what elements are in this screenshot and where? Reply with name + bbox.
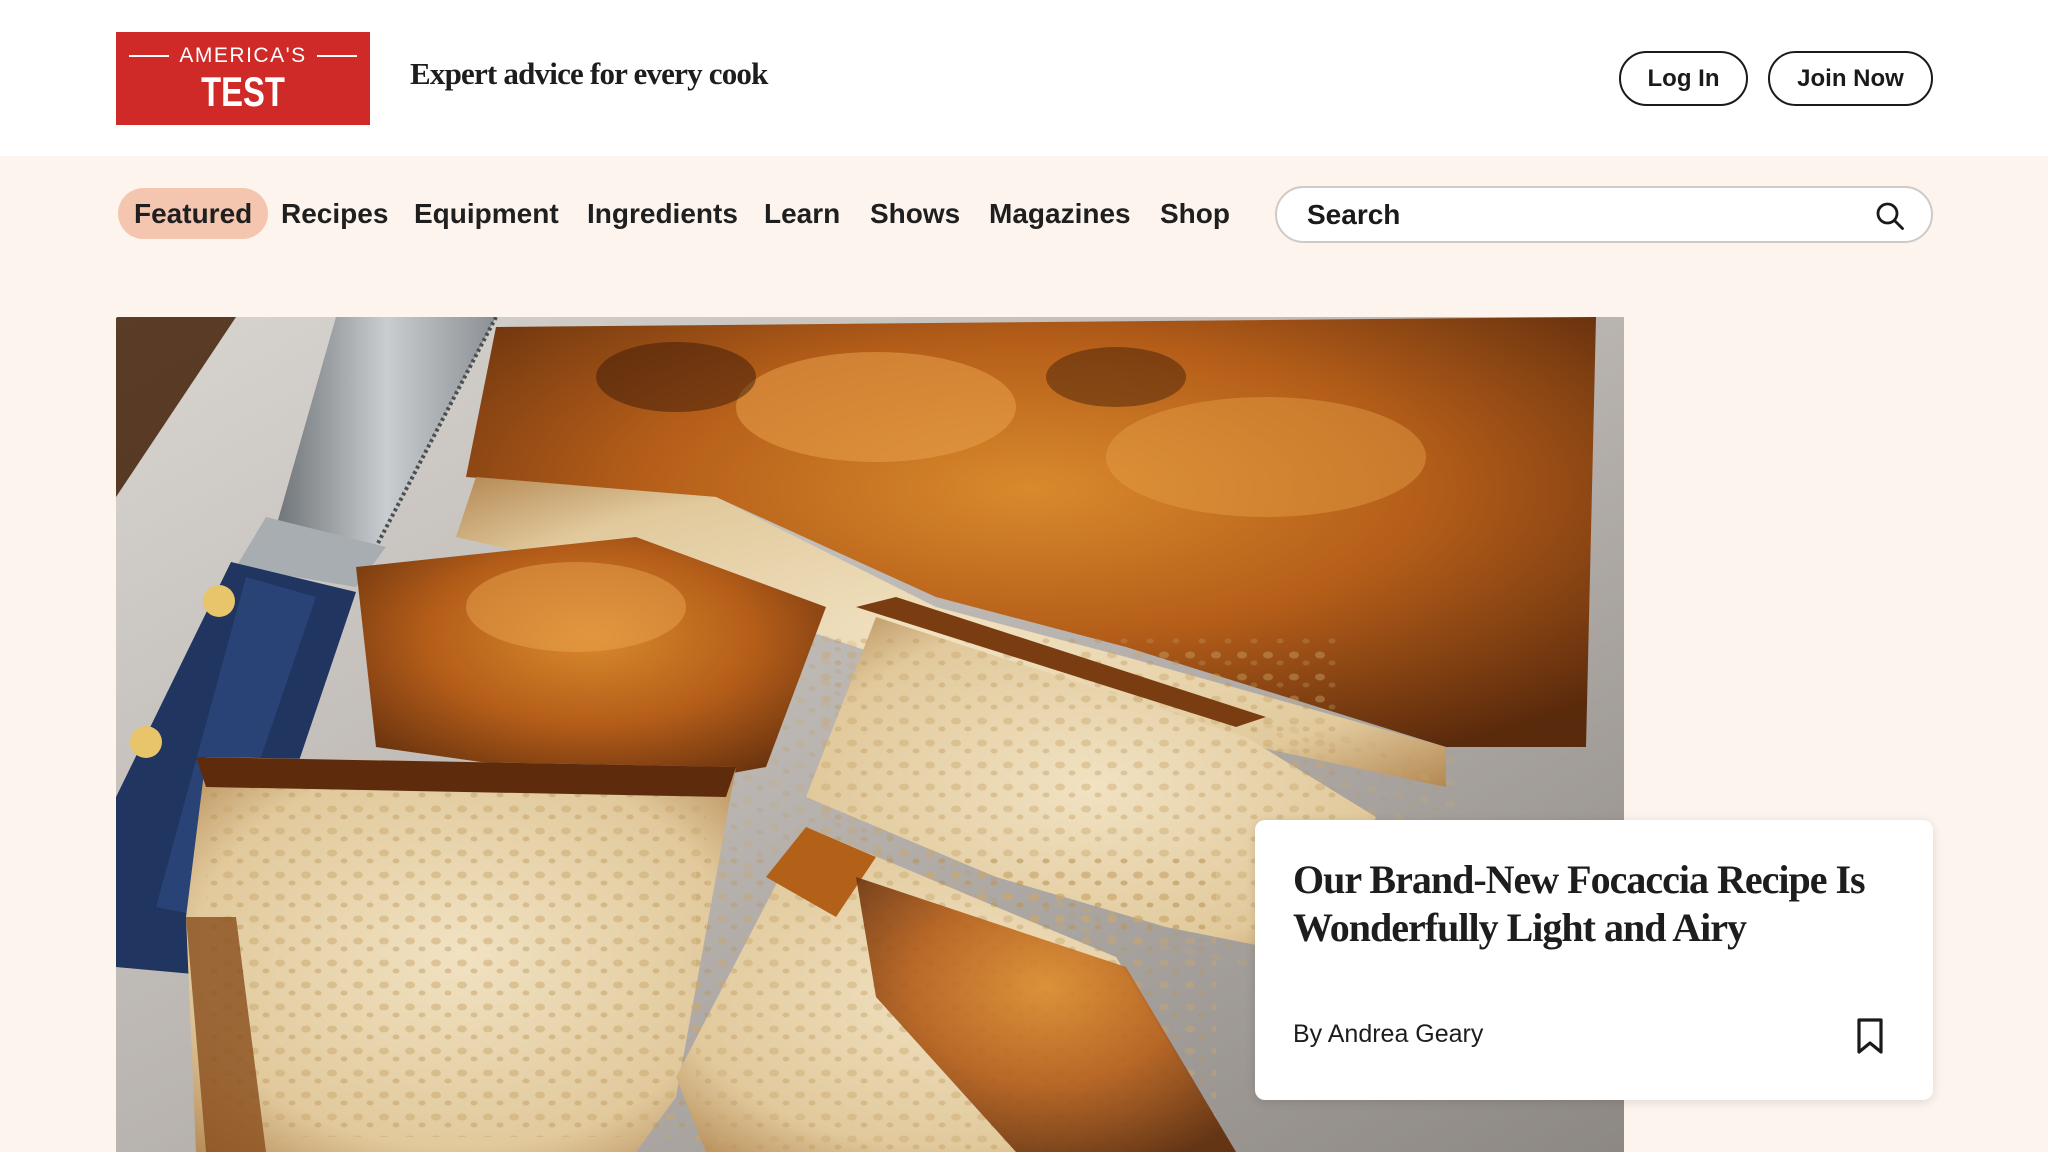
join-now-button[interactable]: Join Now (1768, 51, 1933, 106)
logo-line-2: TEST KITCHEN (170, 68, 316, 163)
nav-featured[interactable]: Featured (118, 188, 269, 239)
main-nav: Featured Recipes Equipment Ingredients L… (0, 156, 2048, 274)
search-input[interactable] (1307, 188, 1847, 241)
nav-recipes[interactable]: Recipes (265, 188, 404, 239)
nav-shows[interactable]: Shows (854, 188, 976, 239)
site-tagline: Expert advice for every cook (410, 56, 768, 91)
nav-equipment[interactable]: Equipment (398, 188, 575, 239)
search-icon[interactable] (1875, 201, 1905, 231)
article-author: By Andrea Geary (1293, 1020, 1484, 1048)
bookmark-icon[interactable] (1853, 1016, 1887, 1056)
nav-magazines[interactable]: Magazines (973, 188, 1147, 239)
logo-line-1: AMERICA'S (179, 44, 307, 67)
search-bar[interactable] (1275, 186, 1933, 243)
article-title[interactable]: Our Brand-New Focaccia Recipe Is Wonderf… (1293, 856, 1893, 952)
nav-ingredients[interactable]: Ingredients (571, 188, 754, 239)
featured-article-card[interactable]: Our Brand-New Focaccia Recipe Is Wonderf… (1255, 820, 1933, 1100)
nav-learn[interactable]: Learn (748, 188, 856, 239)
atk-logo[interactable]: AMERICA'S TEST KITCHEN (116, 32, 370, 163)
nav-shop[interactable]: Shop (1144, 188, 1246, 239)
site-header: AMERICA'S TEST KITCHEN Expert advice for… (0, 0, 2048, 163)
login-button[interactable]: Log In (1619, 51, 1748, 106)
